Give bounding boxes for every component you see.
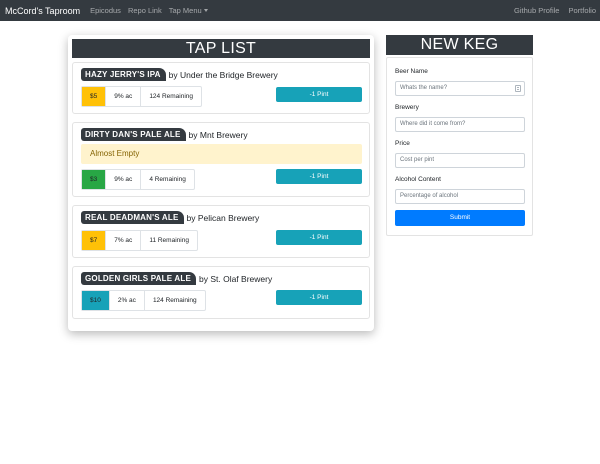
- keg-card: GOLDEN GIRLS PALE ALE by St. Olaf Brewer…: [72, 266, 370, 319]
- nav-link-portfolio[interactable]: Portfolio: [568, 6, 596, 15]
- keg-card: DIRTY DAN'S PALE ALE by Mnt Brewery Almo…: [72, 122, 370, 197]
- keg-name: REAL DEADMAN'S ALE: [81, 211, 184, 224]
- tap-list-panel: TAP LIST HAZY JERRY'S IPA by Under the B…: [68, 35, 374, 331]
- keg-brewery: by Under the Bridge Brewery: [168, 69, 278, 80]
- keg-title-row: HAZY JERRY'S IPA by Under the Bridge Bre…: [81, 68, 278, 81]
- minus-pint-button[interactable]: -1 Pint: [276, 290, 362, 305]
- keg-brewery: by Mnt Brewery: [188, 129, 248, 140]
- keg-name: HAZY JERRY'S IPA: [81, 68, 166, 81]
- keg-brewery: by St. Olaf Brewery: [198, 273, 273, 284]
- keg-stats: $3 9% ac 4 Remaining: [81, 169, 195, 190]
- keg-brewery: by Pelican Brewery: [186, 212, 260, 223]
- keg-title-row: REAL DEADMAN'S ALE by Pelican Brewery: [81, 211, 259, 224]
- keg-abv: 2% ac: [110, 291, 145, 310]
- keg-stats: $7 7% ac 11 Remaining: [81, 230, 198, 251]
- keg-remaining: 11 Remaining: [149, 237, 189, 244]
- keg-price: $10: [82, 291, 110, 310]
- minus-pint-button[interactable]: -1 Pint: [276, 230, 362, 245]
- keg-name: DIRTY DAN'S PALE ALE: [81, 128, 186, 141]
- keg-title-row: GOLDEN GIRLS PALE ALE by St. Olaf Brewer…: [81, 272, 272, 285]
- brewery-placeholder: Where did it come from?: [400, 121, 466, 127]
- new-keg-panel: NEW KEG Beer Name Whats the name? Brewer…: [386, 35, 533, 236]
- nav-link-repo[interactable]: Repo Link: [128, 6, 162, 15]
- minus-pint-button[interactable]: -1 Pint: [276, 169, 362, 184]
- price-input[interactable]: Cost per pint: [395, 153, 525, 168]
- autofill-icon[interactable]: [515, 85, 521, 92]
- keg-abv: 7% ac: [106, 231, 142, 250]
- alcohol-content-placeholder: Percentage of alcohol: [400, 193, 459, 199]
- brewery-label: Brewery: [395, 104, 419, 111]
- navbar-right: Github Profile Portfolio: [505, 6, 596, 15]
- nav-link-epicodus[interactable]: Epicodus: [90, 6, 121, 15]
- keg-name: GOLDEN GIRLS PALE ALE: [81, 272, 196, 285]
- new-keg-form: Beer Name Whats the name? Brewery Where …: [386, 57, 533, 236]
- keg-remaining: 4 Remaining: [149, 176, 186, 183]
- keg-title-row: DIRTY DAN'S PALE ALE by Mnt Brewery: [81, 128, 248, 141]
- keg-price: $5: [82, 87, 107, 106]
- almost-empty-alert: Almost Empty: [81, 144, 362, 164]
- nav-link-github[interactable]: Github Profile: [514, 6, 559, 15]
- price-label: Price: [395, 140, 410, 147]
- keg-stats: $10 2% ac 124 Remaining: [81, 290, 206, 311]
- beer-name-label: Beer Name: [395, 68, 428, 75]
- beer-name-input[interactable]: Whats the name?: [395, 81, 525, 96]
- keg-card: REAL DEADMAN'S ALE by Pelican Brewery $7…: [72, 205, 370, 258]
- alcohol-content-label: Alcohol Content: [395, 176, 441, 183]
- navbar: McCord's Taproom Epicodus Repo Link Tap …: [0, 0, 600, 21]
- chevron-down-icon: [203, 9, 208, 12]
- alcohol-content-input[interactable]: Percentage of alcohol: [395, 189, 525, 204]
- tap-list-header: TAP LIST: [72, 39, 370, 58]
- nav-dropdown-tap-menu[interactable]: Tap Menu: [169, 6, 208, 15]
- keg-price: $7: [82, 231, 107, 250]
- keg-card: HAZY JERRY'S IPA by Under the Bridge Bre…: [72, 62, 370, 114]
- navbar-brand[interactable]: McCord's Taproom: [5, 6, 80, 16]
- price-placeholder: Cost per pint: [400, 157, 435, 163]
- keg-abv: 9% ac: [106, 87, 142, 106]
- keg-remaining: 124 Remaining: [149, 93, 194, 100]
- keg-abv: 9% ac: [106, 170, 142, 189]
- brewery-input[interactable]: Where did it come from?: [395, 117, 525, 132]
- keg-price: $3: [82, 170, 107, 189]
- keg-remaining: 124 Remaining: [152, 297, 197, 304]
- minus-pint-button[interactable]: -1 Pint: [276, 87, 362, 102]
- new-keg-header: NEW KEG: [386, 35, 533, 55]
- tap-menu-label: Tap Menu: [168, 6, 202, 15]
- keg-stats: $5 9% ac 124 Remaining: [81, 86, 203, 107]
- beer-name-placeholder: Whats the name?: [400, 85, 448, 91]
- submit-button[interactable]: Submit: [395, 210, 525, 226]
